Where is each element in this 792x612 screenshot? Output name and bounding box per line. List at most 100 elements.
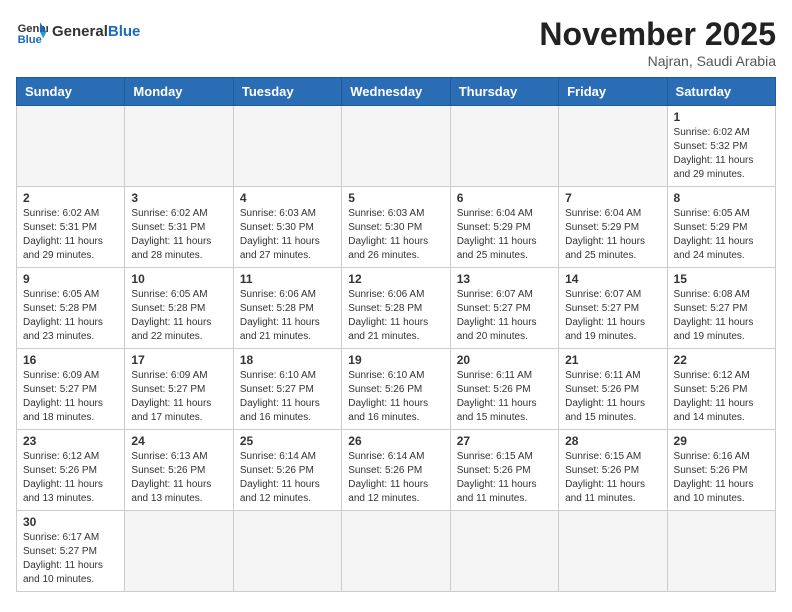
calendar-cell xyxy=(125,511,233,592)
calendar-cell xyxy=(17,106,125,187)
day-number: 2 xyxy=(23,191,118,205)
day-info: Sunrise: 6:14 AMSunset: 5:26 PMDaylight:… xyxy=(240,450,335,506)
day-info: Sunrise: 6:11 AMSunset: 5:26 PMDaylight:… xyxy=(457,369,552,425)
calendar-cell: 11 Sunrise: 6:06 AMSunset: 5:28 PMDayligh… xyxy=(233,268,341,349)
calendar-cell: 5 Sunrise: 6:03 AMSunset: 5:30 PMDaylight… xyxy=(342,187,450,268)
day-info: Sunrise: 6:09 AMSunset: 5:27 PMDaylight:… xyxy=(131,369,226,425)
calendar-cell: 17 Sunrise: 6:09 AMSunset: 5:27 PMDayligh… xyxy=(125,349,233,430)
day-number: 18 xyxy=(240,353,335,367)
calendar-cell: 2 Sunrise: 6:02 AMSunset: 5:31 PMDaylight… xyxy=(17,187,125,268)
day-number: 5 xyxy=(348,191,443,205)
calendar-cell: 7Sunrise: 6:04 AMSunset: 5:29 PMDaylight… xyxy=(559,187,667,268)
column-header-friday: Friday xyxy=(559,78,667,106)
day-number: 17 xyxy=(131,353,226,367)
column-header-saturday: Saturday xyxy=(667,78,775,106)
day-number: 4 xyxy=(240,191,335,205)
day-number: 25 xyxy=(240,434,335,448)
calendar-cell: 10Sunrise: 6:05 AMSunset: 5:28 PMDayligh… xyxy=(125,268,233,349)
day-info: Sunrise: 6:17 AMSunset: 5:27 PMDaylight:… xyxy=(23,531,118,587)
day-info: Sunrise: 6:03 AMSunset: 5:30 PMDaylight:… xyxy=(240,207,335,263)
calendar-cell xyxy=(667,511,775,592)
day-info: Sunrise: 6:03 AMSunset: 5:30 PMDaylight:… xyxy=(348,207,443,263)
calendar-cell xyxy=(125,106,233,187)
calendar-cell: 12 Sunrise: 6:06 AMSunset: 5:28 PMDayligh… xyxy=(342,268,450,349)
day-number: 16 xyxy=(23,353,118,367)
day-number: 11 xyxy=(240,272,335,286)
calendar-cell: 13Sunrise: 6:07 AMSunset: 5:27 PMDayligh… xyxy=(450,268,558,349)
month-title: November 2025 xyxy=(539,16,776,53)
day-number: 8 xyxy=(674,191,769,205)
calendar-cell: 9Sunrise: 6:05 AMSunset: 5:28 PMDaylight… xyxy=(17,268,125,349)
day-info: Sunrise: 6:12 AMSunset: 5:26 PMDaylight:… xyxy=(674,369,769,425)
calendar-cell: 26Sunrise: 6:14 AMSunset: 5:26 PMDayligh… xyxy=(342,430,450,511)
day-info: Sunrise: 6:07 AMSunset: 5:27 PMDaylight:… xyxy=(565,288,660,344)
logo-general: General xyxy=(52,23,108,40)
svg-text:Blue: Blue xyxy=(18,34,42,46)
week-row-2: 2 Sunrise: 6:02 AMSunset: 5:31 PMDaylight… xyxy=(17,187,776,268)
day-number: 9 xyxy=(23,272,118,286)
day-info: Sunrise: 6:02 AMSunset: 5:31 PMDaylight:… xyxy=(131,207,226,263)
day-info: Sunrise: 6:06 AMSunset: 5:28 PMDaylight:… xyxy=(240,288,335,344)
day-number: 19 xyxy=(348,353,443,367)
day-number: 23 xyxy=(23,434,118,448)
calendar-table: SundayMondayTuesdayWednesdayThursdayFrid… xyxy=(16,77,776,592)
calendar-cell: 28 Sunrise: 6:15 AMSunset: 5:26 PMDayligh… xyxy=(559,430,667,511)
day-number: 20 xyxy=(457,353,552,367)
calendar-cell xyxy=(559,511,667,592)
week-row-6: 30Sunrise: 6:17 AMSunset: 5:27 PMDayligh… xyxy=(17,511,776,592)
week-row-4: 16 Sunrise: 6:09 AMSunset: 5:27 PMDayligh… xyxy=(17,349,776,430)
day-number: 13 xyxy=(457,272,552,286)
day-info: Sunrise: 6:05 AMSunset: 5:28 PMDaylight:… xyxy=(131,288,226,344)
day-number: 15 xyxy=(674,272,769,286)
calendar-cell: 16Sunrise: 6:09 AMSunset: 5:27 PMDayligh… xyxy=(17,349,125,430)
calendar-cell: 25 Sunrise: 6:14 AMSunset: 5:26 PMDayligh… xyxy=(233,430,341,511)
day-info: Sunrise: 6:02 AMSunset: 5:31 PMDaylight:… xyxy=(23,207,118,263)
day-info: Sunrise: 6:04 AMSunset: 5:29 PMDaylight:… xyxy=(565,207,660,263)
day-number: 27 xyxy=(457,434,552,448)
day-info: Sunrise: 6:12 AMSunset: 5:26 PMDaylight:… xyxy=(23,450,118,506)
day-number: 12 xyxy=(348,272,443,286)
location: Najran, Saudi Arabia xyxy=(539,53,776,69)
title-block: November 2025 Najran, Saudi Arabia xyxy=(539,16,776,69)
calendar-cell: 24Sunrise: 6:13 AMSunset: 5:26 PMDayligh… xyxy=(125,430,233,511)
calendar-cell xyxy=(450,511,558,592)
day-info: Sunrise: 6:10 AMSunset: 5:27 PMDaylight:… xyxy=(240,369,335,425)
day-number: 1 xyxy=(674,110,769,124)
week-row-3: 9 Sunrise: 6:05 AMSunset: 5:28 PMDaylight… xyxy=(17,268,776,349)
column-header-sunday: Sunday xyxy=(17,78,125,106)
week-row-1: 1 Sunrise: 6:02 AMSunset: 5:32 PMDaylight… xyxy=(17,106,776,187)
day-number: 29 xyxy=(674,434,769,448)
calendar-cell: 6Sunrise: 6:04 AMSunset: 5:29 PMDaylight… xyxy=(450,187,558,268)
day-number: 14 xyxy=(565,272,660,286)
day-info: Sunrise: 6:15 AMSunset: 5:26 PMDaylight:… xyxy=(565,450,660,506)
day-number: 24 xyxy=(131,434,226,448)
day-number: 22 xyxy=(674,353,769,367)
calendar-cell: 30Sunrise: 6:17 AMSunset: 5:27 PMDayligh… xyxy=(17,511,125,592)
day-info: Sunrise: 6:08 AMSunset: 5:27 PMDaylight:… xyxy=(674,288,769,344)
calendar-header-row: SundayMondayTuesdayWednesdayThursdayFrid… xyxy=(17,78,776,106)
day-number: 21 xyxy=(565,353,660,367)
column-header-thursday: Thursday xyxy=(450,78,558,106)
day-number: 3 xyxy=(131,191,226,205)
column-header-wednesday: Wednesday xyxy=(342,78,450,106)
logo-icon: General Blue xyxy=(16,16,48,48)
calendar-cell: 14 Sunrise: 6:07 AMSunset: 5:27 PMDayligh… xyxy=(559,268,667,349)
day-info: Sunrise: 6:02 AMSunset: 5:32 PMDaylight:… xyxy=(674,126,769,182)
logo-blue: Blue xyxy=(108,23,141,40)
calendar-cell xyxy=(559,106,667,187)
calendar-cell: 3 Sunrise: 6:02 AMSunset: 5:31 PMDaylight… xyxy=(125,187,233,268)
calendar-cell: 27 Sunrise: 6:15 AMSunset: 5:26 PMDayligh… xyxy=(450,430,558,511)
calendar-cell: 20 Sunrise: 6:11 AMSunset: 5:26 PMDayligh… xyxy=(450,349,558,430)
logo: General Blue GeneralBlue xyxy=(16,16,140,48)
day-info: Sunrise: 6:05 AMSunset: 5:29 PMDaylight:… xyxy=(674,207,769,263)
calendar-cell: 4 Sunrise: 6:03 AMSunset: 5:30 PMDaylight… xyxy=(233,187,341,268)
day-info: Sunrise: 6:16 AMSunset: 5:26 PMDaylight:… xyxy=(674,450,769,506)
calendar-cell: 18 Sunrise: 6:10 AMSunset: 5:27 PMDayligh… xyxy=(233,349,341,430)
column-header-tuesday: Tuesday xyxy=(233,78,341,106)
day-number: 6 xyxy=(457,191,552,205)
day-info: Sunrise: 6:06 AMSunset: 5:28 PMDaylight:… xyxy=(348,288,443,344)
day-number: 28 xyxy=(565,434,660,448)
day-info: Sunrise: 6:15 AMSunset: 5:26 PMDaylight:… xyxy=(457,450,552,506)
calendar-cell xyxy=(233,511,341,592)
week-row-5: 23 Sunrise: 6:12 AMSunset: 5:26 PMDayligh… xyxy=(17,430,776,511)
